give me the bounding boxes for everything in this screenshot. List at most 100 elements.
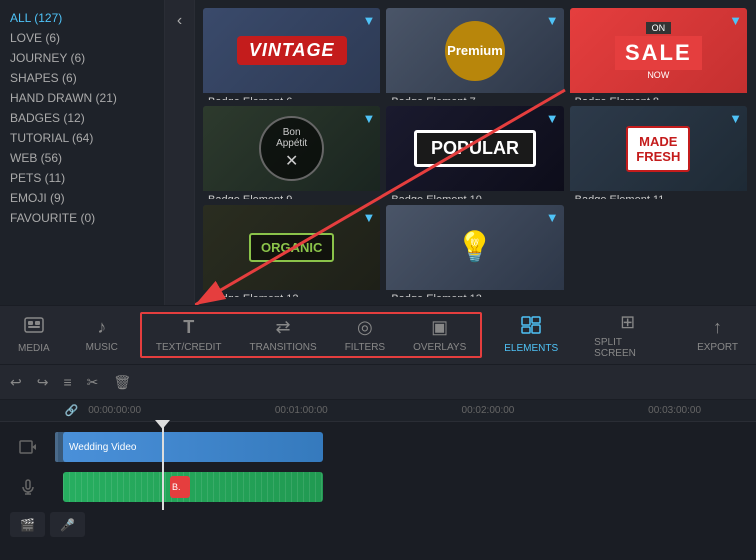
timeline-needle[interactable] [162, 422, 164, 510]
transitions-icon: ⇄ [276, 317, 291, 338]
export-icon: ↑ [713, 317, 722, 338]
badge-sale: SALE [615, 36, 702, 70]
item-label-6: Badge Element 6 [203, 93, 380, 100]
clip-video-label: Wedding Video [63, 442, 142, 453]
ruler-mark-1: 00:01:00:00 [275, 405, 328, 416]
grid-item-7[interactable]: Premium ▼ Badge Element 7 [386, 8, 563, 100]
sidebar: ALL (127) LOVE (6) JOURNEY (6) SHAPES (6… [0, 0, 165, 305]
toolbar-export-label: EXPORT [697, 342, 738, 353]
timeline-controls: ↩ ↪ ≡ ✂ 🗑 [0, 365, 756, 400]
grid-item-11[interactable]: MADEFRESH ▼ Badge Element 11 [570, 106, 747, 198]
timeline-tracks: Wedding Video [0, 422, 756, 542]
toolbar-overlays[interactable]: ▣ OVERLAYS [399, 314, 480, 356]
item-label-7: Badge Element 7 [386, 93, 563, 100]
add-audio-track-btn[interactable]: 🎤 [50, 512, 85, 537]
item-label-13: Badge Element 13 [386, 290, 563, 297]
add-video-track-btn[interactable]: 🎬 [10, 512, 45, 537]
clip-b[interactable]: B. [170, 476, 190, 498]
filters-icon: ◎ [357, 317, 373, 338]
item-label-9: Badge Element 9 [203, 191, 380, 198]
track-add-row: 🎬 🎤 [0, 512, 756, 537]
outlined-toolbar-group: T TEXT/CREDIT ⇄ TRANSITIONS ◎ FILTERS ▣ … [140, 312, 482, 358]
toolbar-elements[interactable]: ELEMENTS [486, 306, 576, 364]
item-label-11: Badge Element 11 [570, 191, 747, 198]
sidebar-item-pets[interactable]: PETS (11) [10, 168, 154, 188]
item-label-8: Badge Element 8 [570, 93, 747, 100]
sidebar-item-journey[interactable]: JOURNEY (6) [10, 48, 154, 68]
toolbar: MEDIA ♪ MUSIC T TEXT/CREDIT ⇄ TRANSITION… [0, 305, 756, 365]
download-icon-12[interactable]: ▼ [362, 210, 375, 225]
download-icon[interactable]: ▼ [362, 13, 375, 28]
badge-now: NOW [647, 70, 669, 80]
download-icon-8[interactable]: ▼ [729, 13, 742, 28]
timeline-ruler: 🔗 00:00:00:00 00:01:00:00 00:02:00:00 00… [0, 400, 756, 422]
toolbar-music-label: MUSIC [86, 342, 118, 353]
badge-bon: Bon Appétit ✕ [259, 116, 324, 181]
grid-item-8[interactable]: ON SALE NOW ▼ Badge Element 8 [570, 8, 747, 100]
badge-premium: Premium [445, 21, 505, 81]
sidebar-item-tutorial[interactable]: TUTORIAL (64) [10, 128, 154, 148]
toolbar-media-label: MEDIA [18, 343, 50, 354]
ruler-mark-0: 00:00:00:00 [88, 405, 141, 416]
toolbar-text[interactable]: T TEXT/CREDIT [142, 314, 236, 356]
sidebar-item-all[interactable]: ALL (127) [10, 8, 154, 28]
sidebar-item-hand-drawn[interactable]: HAND DRAWN (21) [10, 88, 154, 108]
toolbar-export[interactable]: ↑ EXPORT [679, 306, 756, 364]
toolbar-filters[interactable]: ◎ FILTERS [331, 314, 399, 356]
music-icon: ♪ [97, 317, 106, 338]
toolbar-elements-label: ELEMENTS [504, 343, 558, 354]
toolbar-overlays-label: OVERLAYS [413, 342, 466, 353]
grid-item-6[interactable]: VINTAGE ▼ Badge Element 6 [203, 8, 380, 100]
download-icon-11[interactable]: ▼ [729, 111, 742, 126]
badge-made-fresh: MADEFRESH [626, 126, 690, 172]
clip-wedding-video[interactable]: Wedding Video [63, 432, 323, 462]
sidebar-item-love[interactable]: LOVE (6) [10, 28, 154, 48]
toolbar-media[interactable]: MEDIA [0, 306, 68, 364]
ruler-mark-3: 00:03:00:00 [648, 405, 701, 416]
elements-grid: VINTAGE ▼ Badge Element 6 Premium ▼ Badg… [195, 0, 755, 305]
download-icon-10[interactable]: ▼ [546, 111, 559, 126]
sidebar-item-shapes[interactable]: SHAPES (6) [10, 68, 154, 88]
toolbar-transitions-label: TRANSITIONS [249, 342, 316, 353]
undo-button[interactable]: ↩ [10, 374, 22, 391]
video-track-content: Wedding Video [55, 430, 756, 464]
media-icon [24, 316, 44, 339]
toolbar-split[interactable]: ⊞ SPLIT SCREEN [576, 306, 679, 364]
badge-light: 💡 [456, 230, 493, 265]
sidebar-item-emoji[interactable]: EMOJI (9) [10, 188, 154, 208]
toolbar-split-label: SPLIT SCREEN [594, 337, 661, 359]
item-label-12: Badge Element 12 [203, 290, 380, 297]
grid-item-12[interactable]: ORGANIC ▼ Badge Element 12 [203, 205, 380, 297]
grid-item-9[interactable]: Bon Appétit ✕ ▼ Badge Element 9 [203, 106, 380, 198]
clip-audio[interactable] [63, 472, 323, 502]
redo-button[interactable]: ↪ [37, 374, 49, 391]
back-button[interactable]: ‹ [165, 0, 195, 305]
toolbar-transitions[interactable]: ⇄ TRANSITIONS [235, 314, 330, 356]
delete-button[interactable]: 🗑 [113, 374, 131, 391]
layers-button[interactable]: ≡ [63, 374, 71, 390]
timeline: ↩ ↪ ≡ ✂ 🗑 🔗 00:00:00:00 00:01:00:00 00:0… [0, 365, 756, 560]
download-icon-13[interactable]: ▼ [546, 210, 559, 225]
sidebar-item-web[interactable]: WEB (56) [10, 148, 154, 168]
toolbar-text-label: TEXT/CREDIT [156, 342, 222, 353]
text-icon: T [183, 317, 194, 338]
sidebar-item-badges[interactable]: BADGES (12) [10, 108, 154, 128]
download-icon-9[interactable]: ▼ [362, 111, 375, 126]
badge-on: ON [646, 22, 672, 34]
download-icon-7[interactable]: ▼ [546, 13, 559, 28]
toolbar-music[interactable]: ♪ MUSIC [68, 306, 136, 364]
audio-track-content: B. [55, 470, 756, 504]
item-label-10: Badge Element 10 [386, 191, 563, 198]
chevron-left-icon: ‹ [177, 12, 182, 30]
grid-item-10[interactable]: POPULAR ▼ Badge Element 10 [386, 106, 563, 198]
badge-vintage: VINTAGE [237, 36, 347, 65]
cut-button[interactable]: ✂ [87, 374, 99, 391]
grid-item-13[interactable]: 💡 ▼ Badge Element 13 [386, 205, 563, 297]
ruler-marks: 00:00:00:00 00:01:00:00 00:02:00:00 00:0… [88, 405, 701, 416]
film-icon: 🎬 [20, 518, 35, 532]
audio-track-row: B. [0, 467, 756, 507]
sidebar-item-favourite[interactable]: FAVOURITE (0) [10, 208, 154, 228]
audio-add-icon: 🎤 [60, 518, 75, 532]
video-track-icon [0, 440, 55, 454]
ruler-mark-2: 00:02:00:00 [462, 405, 515, 416]
